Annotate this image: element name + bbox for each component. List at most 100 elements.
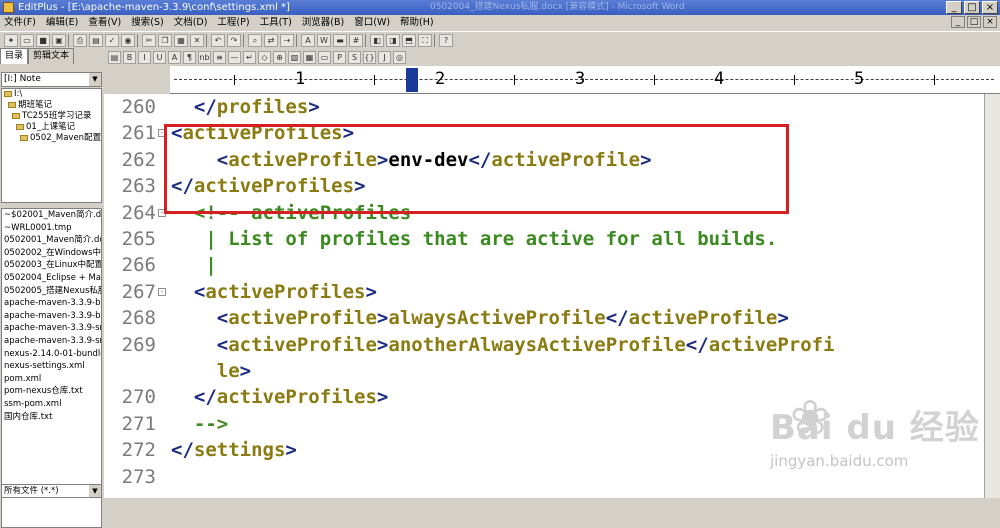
drive-select[interactable]: [I:] Note ▼ (1, 72, 102, 87)
menu-help[interactable]: 帮助(H) (400, 15, 434, 31)
directory-window-icon[interactable]: ◧ (370, 33, 384, 47)
tab-directory[interactable]: 目录 (0, 48, 29, 64)
cliptext-window-icon[interactable]: ◨ (386, 33, 400, 47)
quick-html-icon[interactable]: ▤ (108, 50, 121, 64)
menu-document[interactable]: 文档(D) (174, 15, 208, 31)
tree-item[interactable]: I:\ (2, 89, 101, 100)
menu-view[interactable]: 查看(V) (88, 15, 121, 31)
code-line[interactable]: le> (104, 358, 984, 385)
form-icon[interactable]: ▭ (318, 50, 331, 64)
paste-icon[interactable]: ▦ (174, 33, 188, 47)
file-item[interactable]: 国内仓库.txt (2, 411, 101, 424)
line-number-icon[interactable]: # (349, 33, 363, 47)
file-item[interactable]: pom-nexus仓库.txt (2, 385, 101, 398)
tree-item[interactable]: 0502_Maven配置环 (2, 133, 101, 144)
code-line[interactable]: 260 </profiles> (104, 94, 984, 121)
delete-icon[interactable]: ✕ (190, 33, 204, 47)
folder-tree: I:\ 期班笔记 TC255班学习记录 01_上课笔记 0502_Maven配置… (1, 88, 102, 203)
center-icon[interactable]: ≡ (213, 50, 226, 64)
menu-window[interactable]: 窗口(W) (354, 15, 390, 31)
file-type-filter-value: 所有文件 (*.*) (4, 486, 59, 496)
file-item[interactable]: 0502002_在Windows中配 (2, 247, 101, 260)
menu-tools[interactable]: 工具(T) (260, 15, 292, 31)
close-button[interactable]: × (982, 1, 998, 14)
menu-project[interactable]: 工程(P) (217, 15, 249, 31)
link-icon[interactable]: ⊕ (273, 50, 286, 64)
fold-toggle-icon[interactable]: - (158, 287, 166, 296)
code-line[interactable]: 269 <activeProfile>anotherAlwaysActivePr… (104, 332, 984, 359)
cut-icon[interactable]: ✂ (142, 33, 156, 47)
code-line[interactable]: 265 | List of profiles that are active f… (104, 226, 984, 253)
file-item[interactable]: 0502005_搭建Nexus私服 (2, 285, 101, 298)
hr-icon[interactable]: — (228, 50, 241, 64)
style-icon[interactable]: {} (363, 50, 376, 64)
find-icon[interactable]: ◉ (121, 33, 135, 47)
menu-browser[interactable]: 浏览器(B) (302, 15, 344, 31)
file-item[interactable]: 0502001_Maven简介.do (2, 234, 101, 247)
pre-icon[interactable]: P (333, 50, 346, 64)
print-icon[interactable]: ⎙ (73, 33, 87, 47)
code-line[interactable]: 268 <activeProfile>alwaysActiveProfile</… (104, 305, 984, 332)
full-screen-icon[interactable]: ⛶ (418, 33, 432, 47)
image-icon[interactable]: ▧ (288, 50, 301, 64)
goto-icon[interactable]: ⇢ (280, 33, 294, 47)
browser-preview-icon[interactable]: ◎ (393, 50, 406, 64)
paragraph-icon[interactable]: ¶ (183, 50, 196, 64)
doc-minimize-button[interactable]: _ (951, 16, 965, 28)
copy-icon[interactable]: ❐ (158, 33, 172, 47)
code-line[interactable]: 266 | (104, 252, 984, 279)
ruler-icon[interactable]: ▬ (333, 33, 347, 47)
br-icon[interactable]: ↵ (243, 50, 256, 64)
file-item[interactable]: apache-maven-3.3.9-src (2, 322, 101, 335)
doc-restore-button[interactable]: □ (967, 16, 981, 28)
file-item[interactable]: ~$02001_Maven简介.dc (2, 209, 101, 222)
output-window-icon[interactable]: ⬒ (402, 33, 416, 47)
chevron-down-icon[interactable]: ▼ (89, 485, 101, 497)
file-item[interactable]: apache-maven-3.3.9-bin (2, 297, 101, 310)
comment-icon[interactable]: ◇ (258, 50, 271, 64)
hex-icon[interactable]: ⌕ (248, 33, 262, 47)
file-item[interactable]: ~WRL0001.tmp (2, 222, 101, 235)
word-wrap-icon[interactable]: W (317, 33, 331, 47)
file-item[interactable]: apache-maven-3.3.9-bin (2, 310, 101, 323)
menu-edit[interactable]: 编辑(E) (46, 15, 78, 31)
menu-search[interactable]: 搜索(S) (131, 15, 163, 31)
italic-icon[interactable]: I (138, 50, 151, 64)
code-line[interactable]: 267- <activeProfiles> (104, 279, 984, 306)
doc-close-button[interactable]: × (983, 16, 997, 28)
print-preview-icon[interactable]: ▤ (89, 33, 103, 47)
file-item[interactable]: ssm-pom.xml (2, 398, 101, 411)
open-folder-icon[interactable]: ▭ (20, 33, 34, 47)
file-item[interactable]: nexus-2.14.0-01-bundle (2, 348, 101, 361)
replace-icon[interactable]: ⇄ (264, 33, 278, 47)
javascript-icon[interactable]: J (378, 50, 391, 64)
file-item[interactable]: apache-maven-3.3.9-src (2, 335, 101, 348)
redo-icon[interactable]: ↷ (227, 33, 241, 47)
bold-icon[interactable]: B (123, 50, 136, 64)
tree-item[interactable]: TC255班学习记录 (2, 111, 101, 122)
new-file-icon[interactable]: ✦ (4, 33, 18, 47)
script-icon[interactable]: S (348, 50, 361, 64)
tree-item[interactable]: 01_上课笔记 (2, 122, 101, 133)
maximize-button[interactable]: □ (964, 1, 980, 14)
undo-icon[interactable]: ↶ (211, 33, 225, 47)
chevron-down-icon[interactable]: ▼ (89, 73, 101, 86)
underline-icon[interactable]: U (153, 50, 166, 64)
file-item[interactable]: 0502004_Eclipse + Mav (2, 272, 101, 285)
menu-file[interactable]: 文件(F) (4, 15, 36, 31)
file-item[interactable]: nexus-settings.xml (2, 360, 101, 373)
help-icon[interactable]: ? (439, 33, 453, 47)
file-item[interactable]: pom.xml (2, 373, 101, 386)
font-icon[interactable]: A (301, 33, 315, 47)
save-icon[interactable]: ■ (36, 33, 50, 47)
spell-check-icon[interactable]: ✓ (105, 33, 119, 47)
tree-item[interactable]: 期班笔记 (2, 100, 101, 111)
tab-cliptext[interactable]: 剪辑文本 (28, 48, 75, 64)
minimize-button[interactable]: _ (946, 1, 962, 14)
table-icon[interactable]: ▦ (303, 50, 316, 64)
file-type-filter[interactable]: 所有文件 (*.*) ▼ (1, 484, 102, 498)
nbsp-icon[interactable]: nb (198, 50, 211, 64)
font-color-icon[interactable]: A (168, 50, 181, 64)
save-all-icon[interactable]: ▣ (52, 33, 66, 47)
file-item[interactable]: 0502003_在Linux中配置M (2, 259, 101, 272)
